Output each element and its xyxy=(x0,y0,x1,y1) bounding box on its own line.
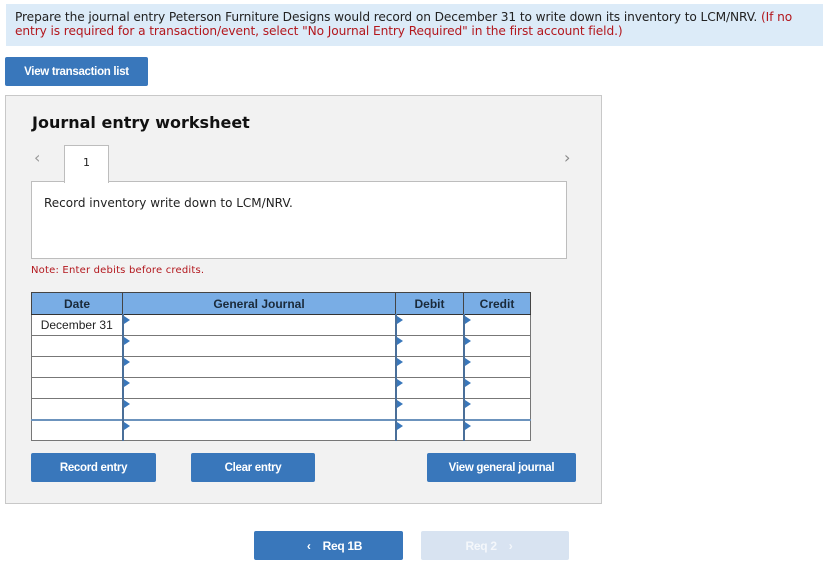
account-input[interactable] xyxy=(121,377,396,399)
credit-input[interactable] xyxy=(462,377,531,399)
transaction-description: Record inventory write down to LCM/NRV. xyxy=(31,181,567,259)
credit-input[interactable] xyxy=(462,418,531,441)
dropdown-flag-icon xyxy=(396,358,403,366)
header-debit: Debit xyxy=(395,292,464,315)
dropdown-flag-icon xyxy=(396,337,403,345)
journal-entry-worksheet-panel: Journal entry worksheet ‹ › 1 Record inv… xyxy=(5,95,602,504)
next-requirement-button[interactable]: Req 2 › xyxy=(421,531,569,560)
table-row xyxy=(31,418,531,441)
table-row xyxy=(31,356,531,378)
chevron-right-icon[interactable]: › xyxy=(564,148,570,167)
instructions-text: Prepare the journal entry Peterson Furni… xyxy=(15,10,758,24)
dropdown-flag-icon xyxy=(396,400,403,408)
prev-requirement-button[interactable]: ‹ Req 1B xyxy=(254,531,403,560)
view-general-journal-button[interactable]: View general journal xyxy=(427,453,576,482)
header-date: Date xyxy=(31,292,123,315)
dropdown-flag-icon xyxy=(123,379,130,387)
debit-input[interactable] xyxy=(394,377,464,399)
chevron-left-icon[interactable]: ‹ xyxy=(34,148,40,167)
date-cell[interactable] xyxy=(31,377,123,399)
account-input[interactable] xyxy=(121,314,396,336)
dropdown-flag-icon xyxy=(464,316,471,324)
table-row: December 31 xyxy=(31,314,531,336)
debit-input[interactable] xyxy=(394,314,464,336)
table-row xyxy=(31,335,531,357)
next-requirement-label: Req 2 xyxy=(465,538,497,553)
dropdown-flag-icon xyxy=(123,337,130,345)
clear-entry-button[interactable]: Clear entry xyxy=(191,453,315,482)
date-cell[interactable]: December 31 xyxy=(31,314,123,336)
view-transaction-list-button[interactable]: View transaction list xyxy=(5,57,148,86)
date-cell[interactable] xyxy=(31,398,123,420)
header-credit: Credit xyxy=(463,292,531,315)
dropdown-flag-icon xyxy=(123,316,130,324)
table-row xyxy=(31,377,531,399)
tab-label: 1 xyxy=(83,156,90,169)
dropdown-flag-icon xyxy=(396,421,403,430)
credit-input[interactable] xyxy=(462,335,531,357)
worksheet-title: Journal entry worksheet xyxy=(32,113,250,132)
account-input[interactable] xyxy=(121,356,396,378)
dropdown-flag-icon xyxy=(396,316,403,324)
chevron-left-icon: ‹ xyxy=(306,538,311,553)
journal-table: Date General Journal Debit Credit Decemb… xyxy=(31,292,531,441)
table-header-row: Date General Journal Debit Credit xyxy=(31,292,531,315)
credit-input[interactable] xyxy=(462,314,531,336)
dropdown-flag-icon xyxy=(464,358,471,366)
tab-1[interactable]: 1 xyxy=(64,145,109,183)
description-text: Record inventory write down to LCM/NRV. xyxy=(44,196,293,210)
dropdown-flag-icon xyxy=(464,379,471,387)
credit-input[interactable] xyxy=(462,356,531,378)
credit-input[interactable] xyxy=(462,398,531,420)
dropdown-flag-icon xyxy=(123,358,130,366)
account-input[interactable] xyxy=(121,418,396,441)
date-cell[interactable] xyxy=(31,335,123,357)
dropdown-flag-icon xyxy=(123,400,130,408)
date-cell[interactable] xyxy=(31,418,123,441)
account-input[interactable] xyxy=(121,398,396,420)
table-row xyxy=(31,398,531,420)
dropdown-flag-icon xyxy=(464,400,471,408)
dropdown-flag-icon xyxy=(464,421,471,430)
record-entry-button[interactable]: Record entry xyxy=(31,453,156,482)
debit-input[interactable] xyxy=(394,418,464,441)
dropdown-flag-icon xyxy=(123,421,130,430)
debit-input[interactable] xyxy=(394,335,464,357)
date-cell[interactable] xyxy=(31,356,123,378)
debit-input[interactable] xyxy=(394,356,464,378)
chevron-right-icon: › xyxy=(508,538,513,553)
dropdown-flag-icon xyxy=(464,337,471,345)
prev-requirement-label: Req 1B xyxy=(322,538,363,553)
instructions-banner: Prepare the journal entry Peterson Furni… xyxy=(6,4,823,46)
debits-credits-note: Note: Enter debits before credits. xyxy=(31,265,205,276)
dropdown-flag-icon xyxy=(396,379,403,387)
debit-input[interactable] xyxy=(394,398,464,420)
account-input[interactable] xyxy=(121,335,396,357)
header-general-journal: General Journal xyxy=(122,292,396,315)
